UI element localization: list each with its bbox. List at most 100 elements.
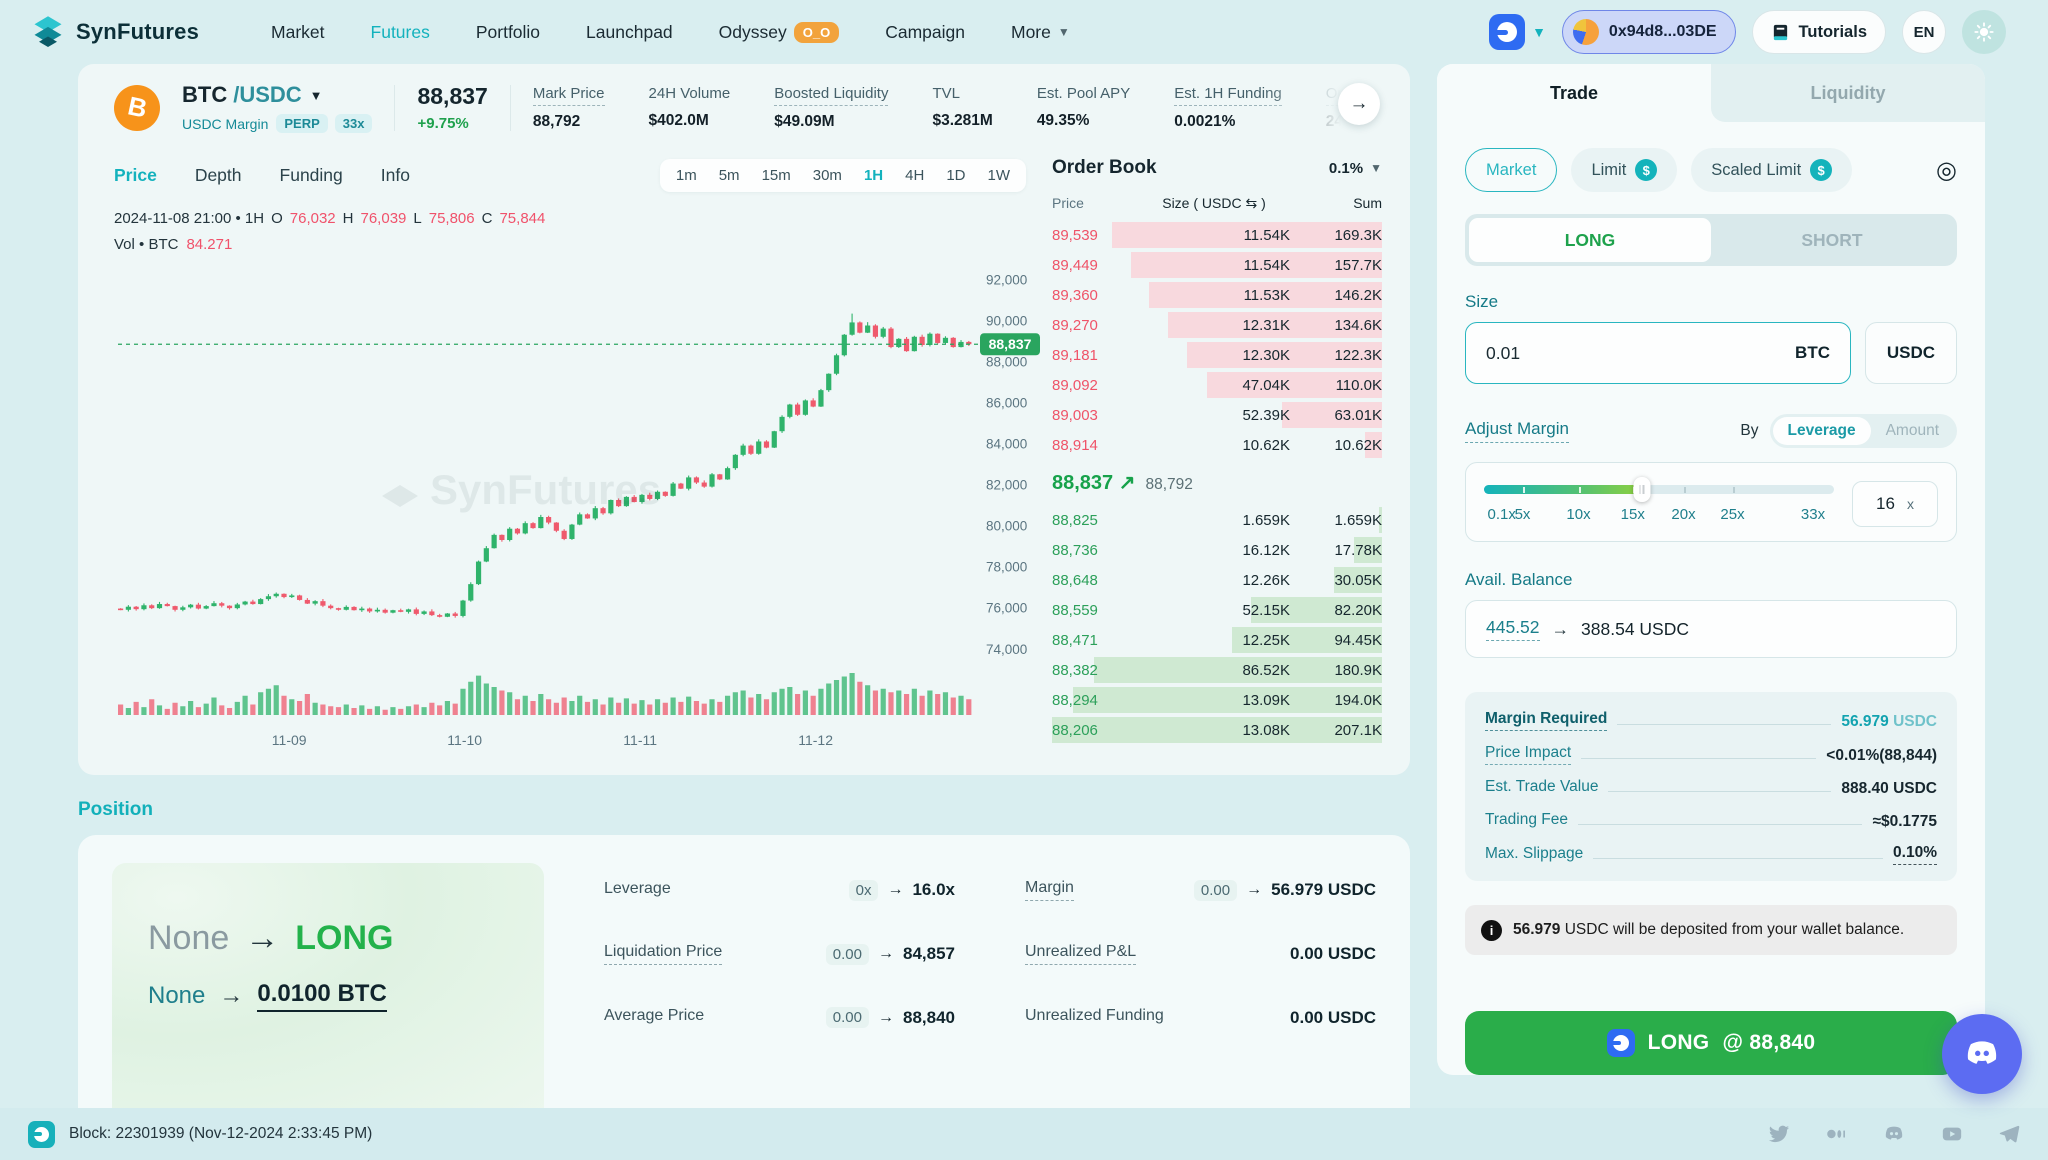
stat-label: Est. Pool APY: [1037, 85, 1130, 105]
twitter-icon[interactable]: [1768, 1123, 1790, 1145]
leverage-value-box[interactable]: 16 x: [1852, 481, 1938, 527]
order-book-row[interactable]: 88,29413.09K194.0K: [1052, 685, 1382, 715]
candlestick-chart[interactable]: 92,00090,00088,00086,00084,00082,00080,0…: [114, 257, 1044, 753]
tutorials-button[interactable]: Tutorials: [1752, 10, 1886, 54]
chart-tab-info[interactable]: Info: [381, 165, 410, 186]
ob-sum: 82.20K: [1290, 602, 1382, 619]
ohlc-value: 76,039: [361, 210, 407, 227]
slider-handle[interactable]: [1633, 477, 1650, 502]
order-book-row[interactable]: 88,20613.08K207.1K: [1052, 715, 1382, 745]
ob-price: 89,270: [1052, 317, 1138, 334]
timeframe-1w[interactable]: 1W: [988, 167, 1011, 184]
summary-row: Margin Required56.979 USDC: [1485, 710, 1937, 731]
adjust-margin-label[interactable]: Adjust Margin: [1465, 419, 1569, 443]
order-book-row[interactable]: 89,36011.53K146.2K: [1052, 280, 1382, 310]
size-input[interactable]: [1486, 343, 1795, 364]
nav-item-campaign[interactable]: Campaign: [885, 22, 965, 43]
chart-tab-depth[interactable]: Depth: [195, 165, 242, 186]
order-book-row[interactable]: 88,73616.12K17.78K: [1052, 535, 1382, 565]
order-type-scaled-limit[interactable]: Scaled Limit $: [1691, 148, 1852, 192]
chart-tab-price[interactable]: Price: [114, 165, 157, 186]
youtube-icon[interactable]: [1940, 1123, 1964, 1145]
status-bar: Block: 22301939 (Nov-12-2024 2:33:45 PM): [0, 1108, 2048, 1160]
odyssey-badge: O_O: [794, 22, 839, 43]
ob-price: 89,449: [1052, 257, 1138, 274]
order-book-row[interactable]: 88,8251.659K1.659K: [1052, 505, 1382, 535]
order-book-row[interactable]: 89,00352.39K63.01K: [1052, 400, 1382, 430]
nav-item-market[interactable]: Market: [271, 22, 324, 43]
timeframe-5m[interactable]: 5m: [719, 167, 740, 184]
quote-currency-button[interactable]: USDC: [1865, 322, 1957, 384]
short-tab[interactable]: SHORT: [1711, 218, 1953, 262]
pair-tag: 33x: [335, 114, 373, 133]
nav-item-odyssey[interactable]: OdysseyO_O: [719, 22, 840, 43]
order-book-row[interactable]: 89,27012.31K134.6K: [1052, 310, 1382, 340]
order-book-row[interactable]: 89,09247.04K110.0K: [1052, 370, 1382, 400]
balance-before[interactable]: 445.52: [1486, 617, 1540, 641]
position-row-margin: Margin0.00→56.979 USDC: [1025, 879, 1376, 901]
order-book-row[interactable]: 89,18112.30K122.3K: [1052, 340, 1382, 370]
ob-sum: 1.659K: [1290, 512, 1382, 529]
ob-sum: 207.1K: [1290, 722, 1382, 739]
order-book-row[interactable]: 89,44911.54K157.7K: [1052, 250, 1382, 280]
nav-item-more[interactable]: More ▼: [1011, 22, 1070, 43]
theme-toggle[interactable]: [1962, 10, 2006, 54]
timeframe-1d[interactable]: 1D: [946, 167, 965, 184]
pair-selector[interactable]: BTC/USDC ▼ USDC Margin PERP33x: [182, 82, 372, 133]
stat-mark-price: Mark Price88,792: [533, 85, 605, 131]
timeframe-4h[interactable]: 4H: [905, 167, 924, 184]
long-tab[interactable]: LONG: [1469, 218, 1711, 262]
nav-item-portfolio[interactable]: Portfolio: [476, 22, 540, 43]
mode-leverage[interactable]: Leverage: [1773, 417, 1871, 445]
order-book: Order Book 0.1% ▼ Price Size ( USDC ⇆ ) …: [1052, 149, 1382, 753]
chart-tab-funding[interactable]: Funding: [280, 165, 343, 186]
svg-text:88,837: 88,837: [989, 336, 1032, 352]
timeframe-1m[interactable]: 1m: [676, 167, 697, 184]
stat-value: 88,792: [533, 113, 605, 131]
order-book-row[interactable]: 88,91410.62K10.62K: [1052, 430, 1382, 460]
discord-icon[interactable]: [1882, 1123, 1906, 1145]
leverage-value: 16: [1876, 494, 1895, 514]
timeframe-1h[interactable]: 1H: [864, 167, 883, 184]
discord-chat-bubble[interactable]: [1942, 1014, 2022, 1094]
order-book-row[interactable]: 88,55952.15K82.20K: [1052, 595, 1382, 625]
arrow-right-icon: →: [1350, 93, 1369, 115]
stats-scroll-right-button[interactable]: →: [1338, 83, 1380, 125]
order-book-row[interactable]: 88,64812.26K30.05K: [1052, 565, 1382, 595]
order-type-limit[interactable]: Limit $: [1571, 148, 1677, 192]
order-book-row[interactable]: 88,38286.52K180.9K: [1052, 655, 1382, 685]
nav-item-launchpad[interactable]: Launchpad: [586, 22, 673, 43]
leverage-slider[interactable]: [1484, 485, 1834, 494]
arrow-right-icon: →: [878, 1009, 894, 1027]
order-book-row[interactable]: 88,47112.25K94.45K: [1052, 625, 1382, 655]
nav-item-futures[interactable]: Futures: [371, 22, 430, 43]
leader-line: [1578, 824, 1862, 825]
svg-text:11-12: 11-12: [798, 732, 833, 748]
order-type-market[interactable]: Market: [1465, 148, 1557, 192]
network-selector[interactable]: ▼: [1489, 14, 1546, 50]
position-size-to: 0.0100 BTC: [257, 980, 386, 1012]
position-label: Average Price: [604, 1007, 704, 1028]
order-book-row[interactable]: 89,53911.54K169.3K: [1052, 220, 1382, 250]
tab-trade[interactable]: Trade: [1437, 64, 1711, 122]
timeframe-30m[interactable]: 30m: [813, 167, 842, 184]
logo[interactable]: SynFutures: [30, 14, 199, 50]
spread-selector[interactable]: 0.1% ▼: [1329, 160, 1382, 177]
order-settings-icon[interactable]: ◎: [1936, 156, 1957, 185]
summary-value-unit: USDC: [1889, 713, 1937, 730]
market-stats: Mark Price88,79224H Volume$402.0MBoosted…: [533, 85, 1374, 131]
medium-icon[interactable]: [1824, 1123, 1848, 1145]
ohlc-value: 75,806: [429, 210, 475, 227]
long-submit-button[interactable]: LONG @ 88,840: [1465, 1011, 1957, 1075]
telegram-icon[interactable]: [1998, 1123, 2020, 1145]
mode-amount[interactable]: Amount: [1871, 417, 1954, 445]
language-button[interactable]: EN: [1902, 10, 1946, 54]
tab-liquidity[interactable]: Liquidity: [1711, 64, 1985, 122]
timeframe-15m[interactable]: 15m: [762, 167, 791, 184]
stat-value: 49.35%: [1037, 112, 1130, 130]
summary-label: Max. Slippage: [1485, 845, 1583, 865]
wallet-button[interactable]: 0x94d8...03DE: [1562, 10, 1736, 54]
position-label: Leverage: [604, 880, 671, 901]
leader-line: [1617, 724, 1831, 725]
ob-size: 11.54K: [1138, 257, 1290, 274]
